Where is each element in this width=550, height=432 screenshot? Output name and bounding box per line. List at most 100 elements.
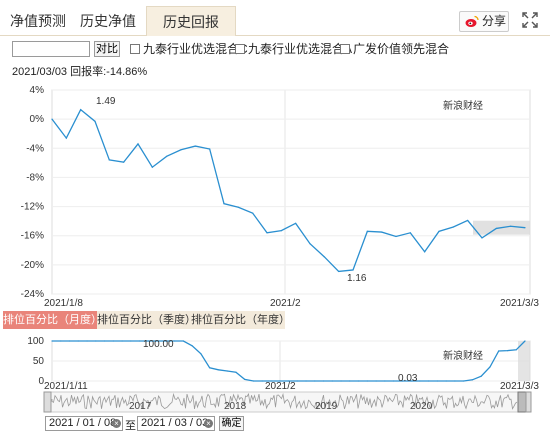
rank-data-point	[68, 340, 71, 342]
end-date-field[interactable]: 2021 / 03 / 03 ×	[137, 416, 215, 431]
compare-button[interactable]: 对比	[94, 41, 120, 57]
compare-fund-label: 九泰行业优选混合C	[143, 42, 248, 56]
compare-fund-checkbox-3[interactable]: 广发价值领先混合	[340, 41, 449, 57]
high-value-label: 100.00	[143, 339, 174, 350]
x-start-label: 2021/1/8	[44, 298, 83, 309]
checkbox-box[interactable]	[235, 44, 245, 54]
return-data-point	[323, 256, 325, 258]
confirm-button[interactable]: 确定	[219, 416, 244, 431]
navigator-year-label: 2017	[129, 401, 152, 412]
return-data-point	[280, 230, 282, 232]
navigator-year-label: 2018	[224, 401, 247, 412]
return-data-point	[438, 230, 440, 232]
return-info-line: 2021/03/03 回报率:-14.86%	[12, 66, 148, 78]
rank-data-point	[174, 340, 176, 342]
return-data-point	[467, 219, 469, 222]
rank-data-point	[261, 380, 263, 382]
return-data-point	[409, 232, 411, 234]
tab-history-return[interactable]: 历史回报	[146, 6, 236, 36]
return-data-point	[338, 270, 340, 273]
rank-data-point	[191, 345, 193, 347]
y-tick-label: 100	[27, 336, 44, 347]
rank-data-point	[95, 340, 97, 342]
min-value-label: 1.16	[347, 273, 367, 284]
rank-data-point	[51, 340, 53, 342]
return-data-point	[524, 227, 526, 229]
rank-data-point	[480, 375, 482, 377]
return-data-point	[452, 226, 454, 228]
compare-input[interactable]	[12, 41, 90, 57]
start-date-field[interactable]: 2021 / 01 / 08 ×	[45, 416, 123, 431]
rank-data-point	[498, 350, 500, 352]
rank-data-point	[182, 340, 184, 342]
return-data-point	[237, 206, 239, 208]
navigator-right-handle[interactable]	[525, 391, 532, 413]
rank-data-point	[244, 378, 246, 380]
y-tick-label: 50	[33, 356, 45, 367]
share-button[interactable]: 分享	[459, 11, 509, 32]
return-data-point	[94, 120, 96, 122]
navigator-selected-range[interactable]	[517, 391, 527, 413]
return-data-point	[395, 235, 397, 238]
tab-bar: 净值预测 历史净值 历史回报 分享	[0, 0, 550, 36]
rank-data-point	[454, 380, 456, 382]
return-data-point	[366, 230, 368, 232]
return-data-point	[266, 232, 268, 234]
checkbox-box[interactable]	[130, 44, 140, 54]
tab-nav-history[interactable]: 历史净值	[76, 6, 140, 36]
rank-data-point	[357, 380, 360, 382]
compare-fund-label: 九泰行业优选混合A	[248, 42, 353, 56]
rank-data-point	[322, 380, 325, 382]
rank-data-point	[489, 366, 491, 368]
y-tick-label: -20%	[21, 260, 44, 271]
navigator-left-handle[interactable]	[43, 391, 52, 413]
clear-end-date-icon[interactable]: ×	[204, 419, 213, 428]
y-tick-label: -16%	[21, 231, 44, 242]
rank-data-point	[103, 340, 106, 342]
y-tick-label: -12%	[21, 202, 44, 213]
rank-data-point	[217, 369, 220, 371]
expand-icon[interactable]	[521, 11, 539, 29]
rank-data-point	[463, 380, 465, 382]
return-data-point	[166, 155, 168, 157]
compare-fund-checkbox-2[interactable]: 九泰行业优选混合A	[235, 41, 352, 57]
return-data-point	[223, 203, 225, 205]
time-navigator[interactable]	[0, 391, 550, 413]
y-tick-label: 0%	[30, 114, 45, 125]
y-tick-label: -4%	[26, 143, 44, 154]
rank-data-point	[296, 380, 298, 382]
rank-data-point	[60, 340, 62, 342]
return-data-point	[65, 137, 67, 139]
rank-data-point	[86, 340, 88, 342]
return-data-point	[295, 222, 297, 224]
rank-data-point	[252, 380, 255, 382]
rank-data-point	[235, 371, 237, 373]
rank-tab-bar: 排位百分比（月度） 排位百分比（季度） 排位百分比（年度）	[0, 311, 550, 329]
checkbox-box[interactable]	[340, 44, 350, 54]
rank-data-point	[384, 380, 386, 382]
max-value-label: 1.49	[96, 96, 116, 107]
clear-start-date-icon[interactable]: ×	[112, 419, 121, 428]
rank-data-point	[436, 380, 439, 382]
return-chart: 4% 0% -4% -8% -12% -16% -20% -24% 新浪财经 1.49 1.1…	[21, 85, 540, 309]
y-tick-label: -24%	[21, 289, 44, 300]
rank-data-point	[209, 367, 211, 369]
tab-rank-yearly[interactable]: 排位百分比（年度）	[191, 311, 290, 329]
rank-data-point	[349, 380, 351, 382]
date-range-separator: 至	[125, 420, 136, 432]
compare-fund-checkbox-1[interactable]: 九泰行业优选混合C	[130, 41, 248, 57]
rank-data-point	[471, 379, 474, 381]
rank-data-point	[366, 380, 368, 382]
return-data-point	[381, 231, 383, 233]
return-data-point	[137, 143, 139, 145]
rank-data-point	[77, 340, 79, 342]
rank-data-point	[419, 380, 421, 382]
return-data-point	[252, 212, 254, 214]
tab-rank-monthly[interactable]: 排位百分比（月度）	[3, 311, 102, 329]
rank-chart: 100500 新浪财经 100.00 0.03 2021/1/11 2021/2…	[27, 336, 539, 392]
tab-nav-forecast[interactable]: 净值预测	[6, 6, 70, 36]
tab-rank-quarterly[interactable]: 排位百分比（季度）	[97, 311, 196, 329]
rank-data-point	[112, 340, 114, 342]
rank-data-point	[305, 380, 307, 382]
rank-data-point	[138, 340, 141, 342]
